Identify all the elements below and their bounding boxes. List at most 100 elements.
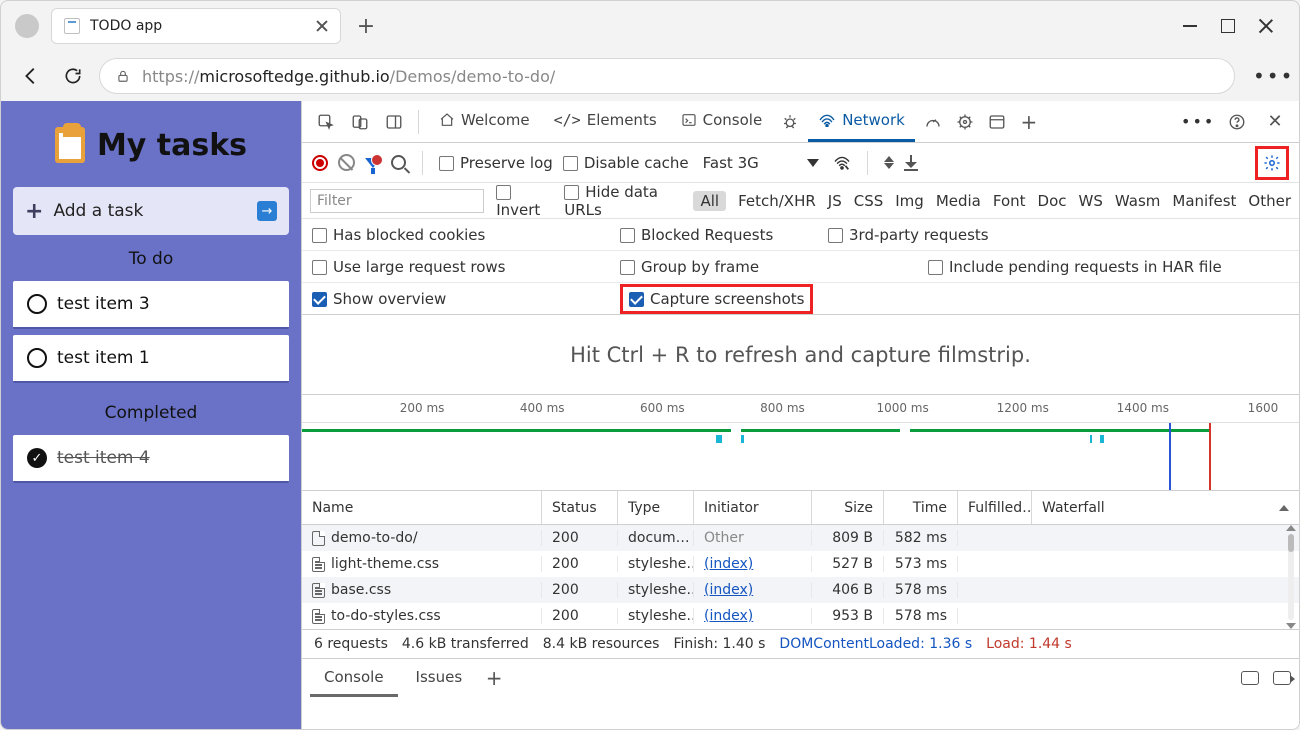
plus-icon: + xyxy=(25,199,43,224)
record-button[interactable] xyxy=(312,155,328,171)
filter-type-manifest[interactable]: Manifest xyxy=(1172,192,1236,210)
tab-close-icon[interactable] xyxy=(316,20,328,32)
export-har-icon[interactable] xyxy=(904,155,918,171)
invert-checkbox[interactable]: Invert xyxy=(496,183,552,219)
nav-back-button[interactable] xyxy=(15,60,47,92)
app-title: My tasks xyxy=(97,128,247,163)
timeline-overview[interactable]: 200 ms400 ms600 ms800 ms1000 ms1200 ms14… xyxy=(302,395,1299,491)
todo-app-pane: My tasks + Add a task → To do test item … xyxy=(1,101,301,730)
timeline-tick: 1000 ms xyxy=(876,401,928,415)
devtools-close-button[interactable]: ✕ xyxy=(1261,108,1289,136)
todo-section-label: To do xyxy=(13,241,289,275)
debugger-icon[interactable] xyxy=(776,108,804,136)
memory-icon[interactable] xyxy=(951,108,979,136)
drawer-tab-issues[interactable]: Issues xyxy=(402,659,477,697)
third-party-requests-checkbox[interactable]: 3rd-party requests xyxy=(828,226,989,244)
disable-cache-checkbox[interactable]: Disable cache xyxy=(563,154,689,172)
timeline-tick: 1400 ms xyxy=(1117,401,1169,415)
drawer-tab-console[interactable]: Console xyxy=(310,659,398,697)
window-minimize-button[interactable] xyxy=(1183,19,1197,33)
browser-menu-button[interactable]: ••• xyxy=(1253,64,1285,88)
import-har-icon[interactable] xyxy=(884,156,894,169)
timeline-tick: 800 ms xyxy=(760,401,805,415)
hide-data-urls-checkbox[interactable]: Hide data URLs xyxy=(564,183,681,219)
filter-type-wasm[interactable]: Wasm xyxy=(1115,192,1161,210)
add-task-button[interactable]: + Add a task → xyxy=(13,187,289,235)
show-overview-checkbox[interactable]: Show overview xyxy=(312,290,446,308)
caret-down-icon xyxy=(807,159,819,167)
filter-all-button[interactable]: All xyxy=(693,191,726,211)
application-icon[interactable] xyxy=(983,108,1011,136)
gear-icon xyxy=(1263,154,1281,172)
devtools-menu-button[interactable]: ••• xyxy=(1181,112,1213,131)
blocked-requests-checkbox[interactable]: Blocked Requests xyxy=(620,226,773,244)
filter-toggle-icon[interactable] xyxy=(365,158,381,168)
drawer-icon-1[interactable] xyxy=(1241,671,1259,685)
drawer-add-tab-button[interactable]: + xyxy=(480,664,508,692)
more-tabs-button[interactable]: + xyxy=(1015,108,1043,136)
filter-type-fetch-xhr[interactable]: Fetch/XHR xyxy=(738,192,816,210)
help-icon[interactable] xyxy=(1223,108,1251,136)
search-icon[interactable] xyxy=(391,155,406,170)
tab-network[interactable]: Network xyxy=(808,102,915,142)
task-item[interactable]: test item 1 xyxy=(13,335,289,383)
filter-type-other[interactable]: Other xyxy=(1248,192,1291,210)
new-tab-button[interactable]: + xyxy=(349,9,383,43)
dock-side-icon[interactable] xyxy=(380,108,408,136)
devtools-panel: Welcome </>Elements Console Network + ••… xyxy=(301,101,1299,730)
large-request-rows-checkbox[interactable]: Use large request rows xyxy=(312,258,505,276)
clear-button[interactable] xyxy=(338,154,355,171)
table-header[interactable]: Name Status Type Initiator Size Time Ful… xyxy=(302,491,1299,525)
tab-elements[interactable]: </>Elements xyxy=(544,102,667,142)
has-blocked-cookies-checkbox[interactable]: Has blocked cookies xyxy=(312,226,485,244)
capture-screenshots-checkbox[interactable]: Capture screenshots xyxy=(629,290,804,308)
load-marker xyxy=(1209,423,1211,490)
filter-type-css[interactable]: CSS xyxy=(854,192,884,210)
lock-icon xyxy=(116,68,130,84)
throttling-dropdown[interactable]: Fast 3G xyxy=(699,154,823,172)
device-toggle-icon[interactable] xyxy=(346,108,374,136)
clipboard-icon xyxy=(55,127,85,163)
timeline-tick: 400 ms xyxy=(520,401,565,415)
table-row[interactable]: demo-to-do/200docum…Other809 B582 ms xyxy=(302,525,1299,551)
radio-icon[interactable] xyxy=(27,348,47,368)
table-row[interactable]: to-do-styles.css200styleshe…(index)953 B… xyxy=(302,603,1299,629)
drawer-expand-icon[interactable] xyxy=(1273,671,1291,685)
file-icon xyxy=(312,557,325,572)
profile-avatar[interactable] xyxy=(15,14,39,38)
favicon-icon xyxy=(64,18,80,34)
tab-welcome[interactable]: Welcome xyxy=(429,102,540,142)
radio-icon[interactable] xyxy=(27,294,47,314)
filter-type-js[interactable]: JS xyxy=(828,192,842,210)
browser-tab[interactable]: TODO app xyxy=(51,8,341,44)
table-row[interactable]: base.css200styleshe…(index)406 B578 ms xyxy=(302,577,1299,603)
filter-type-doc[interactable]: Doc xyxy=(1038,192,1067,210)
network-conditions-icon[interactable] xyxy=(833,156,851,170)
filter-type-font[interactable]: Font xyxy=(993,192,1026,210)
nav-refresh-button[interactable] xyxy=(57,60,89,92)
task-item-completed[interactable]: ✓test item 4 xyxy=(13,435,289,483)
window-maximize-button[interactable] xyxy=(1221,19,1235,33)
address-bar[interactable]: https://microsoftedge.github.io/Demos/de… xyxy=(99,58,1235,94)
table-scrollbar[interactable] xyxy=(1285,525,1297,629)
preserve-log-checkbox[interactable]: Preserve log xyxy=(439,154,553,172)
arrow-right-icon: → xyxy=(257,201,277,221)
filter-type-media[interactable]: Media xyxy=(936,192,981,210)
url-text: https://microsoftedge.github.io/Demos/de… xyxy=(142,67,555,86)
network-status-bar: 6 requests 4.6 kB transferred 8.4 kB res… xyxy=(302,629,1299,659)
tab-console[interactable]: Console xyxy=(671,102,773,142)
task-item[interactable]: test item 3 xyxy=(13,281,289,329)
inspect-element-icon[interactable] xyxy=(312,108,340,136)
pending-har-checkbox[interactable]: Include pending requests in HAR file xyxy=(928,258,1222,276)
network-settings-button[interactable] xyxy=(1255,146,1289,180)
filter-type-ws[interactable]: WS xyxy=(1079,192,1103,210)
check-icon[interactable]: ✓ xyxy=(27,448,47,468)
filter-input[interactable]: Filter xyxy=(310,189,484,213)
group-by-frame-checkbox[interactable]: Group by frame xyxy=(620,258,759,276)
completed-section-label: Completed xyxy=(13,395,289,429)
filter-type-img[interactable]: Img xyxy=(895,192,924,210)
tab-title: TODO app xyxy=(90,18,306,34)
window-close-button[interactable] xyxy=(1259,19,1273,33)
performance-icon[interactable] xyxy=(919,108,947,136)
table-row[interactable]: light-theme.css200styleshe…(index)527 B5… xyxy=(302,551,1299,577)
